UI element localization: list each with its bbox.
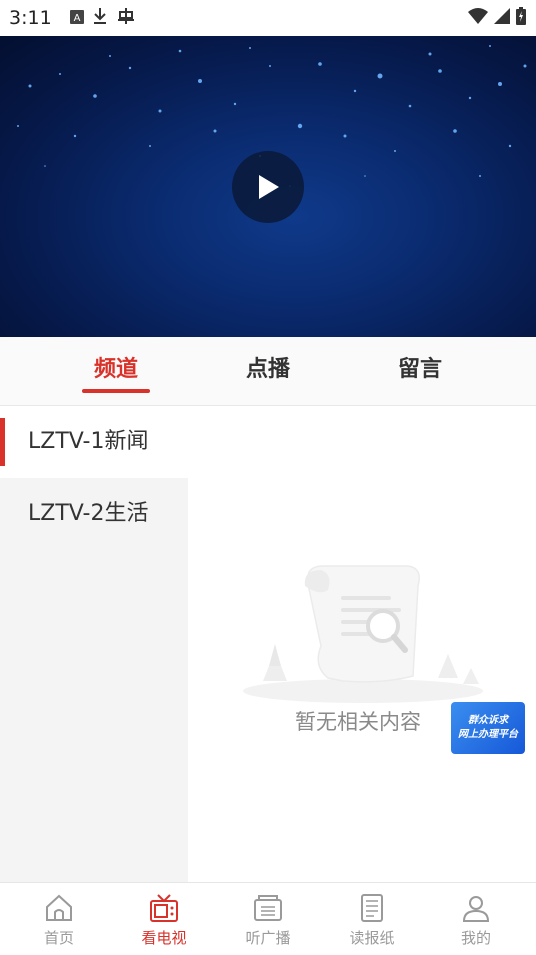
signal-icon [494,8,510,28]
appeal-platform-badge[interactable]: 群众诉求 网上办理平台 [451,702,525,754]
tab-on-demand[interactable]: 点播 [218,337,318,405]
nav-label: 首页 [43,929,74,947]
selected-marker [0,418,5,466]
nav-item-mine[interactable]: 我的 [424,883,528,955]
nav-label: 听广播 [245,929,291,947]
battery-icon [516,7,526,29]
nav-label: 读报纸 [349,929,395,947]
svg-text:A: A [74,13,81,24]
nav-label: 看电视 [141,929,187,947]
status-time: 3:11 [9,7,52,29]
badge-line-2: 网上办理平台 [458,729,518,740]
channel-item-lztv2[interactable]: LZTV-2生活 [0,478,188,550]
content-area: 暂无相关内容 群众诉求 网上办理平台 [188,406,536,882]
home-icon [46,894,72,921]
play-icon [259,175,279,199]
bug-icon [116,6,136,30]
status-bar: 3:11 A [0,0,536,36]
tabs-bar: 频道 点播 留言 [0,337,536,406]
badge-line-1: 群众诉求 [468,715,508,726]
channel-list: LZTV-1新闻 LZTV-2生活 [0,406,188,882]
nav-item-tv[interactable]: 看电视 [112,883,216,955]
radio-icon [254,895,282,921]
download-icon [92,7,108,29]
nav-label: 我的 [460,929,491,947]
nav-item-newspaper[interactable]: 读报纸 [320,883,424,955]
user-icon [462,896,490,922]
empty-state-illustration [233,556,493,710]
channel-label: LZTV-1新闻 [28,429,149,454]
play-button[interactable] [232,151,304,223]
wifi-icon [468,8,488,28]
a-box-icon: A [70,9,84,28]
active-tab-indicator [82,389,150,393]
tab-channels[interactable]: 频道 [66,337,166,405]
nav-item-home[interactable]: 首页 [7,883,111,955]
video-player[interactable] [0,36,536,337]
empty-state-text: 暂无相关内容 [295,710,421,734]
tv-icon [150,894,178,922]
channel-label: LZTV-2生活 [28,501,149,526]
tab-messages[interactable]: 留言 [370,337,470,405]
bottom-nav: 首页 看电视 听广播 读报纸 我的 [0,882,536,955]
status-notification-icons: A [70,6,136,30]
newspaper-icon [361,894,383,922]
status-system-icons [468,6,526,30]
channel-item-lztv1[interactable]: LZTV-1新闻 [0,406,188,478]
nav-item-radio[interactable]: 听广播 [216,883,320,955]
